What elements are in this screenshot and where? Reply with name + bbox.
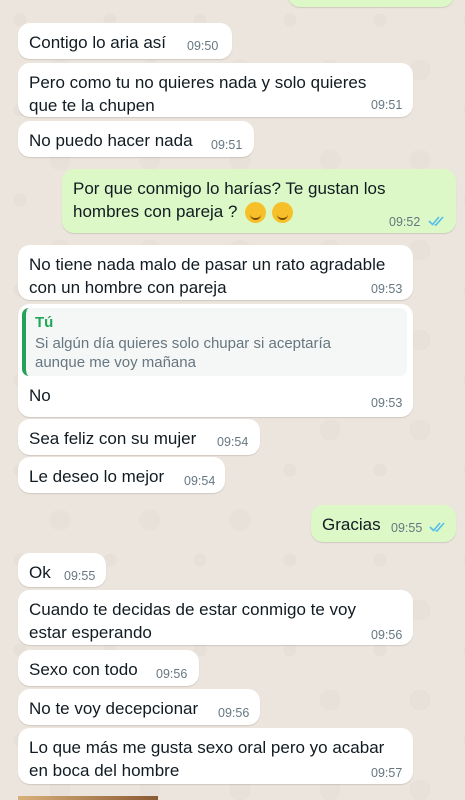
message-text: Cuando te decidas de estar conmigo te vo… [29,600,356,642]
message-text: Le deseo lo mejor [29,467,165,486]
message-bubble[interactable]: Ok 09:55 [18,553,106,587]
message-text: No te voy decepcionar [29,699,199,718]
message-text: No tiene nada malo de pasar un rato agra… [29,255,386,297]
quote-text: Si algún día quieres solo chupar si acep… [35,335,332,371]
message-bubble[interactable]: No te voy decepcionar 09:56 [18,689,260,725]
message-text: Sexo con todo [29,660,138,679]
message-time: 09:53 [371,282,403,296]
double-check-icon [429,522,445,532]
message-time: 09:56 [371,628,403,642]
double-check-icon [428,216,444,226]
message-time: 09:54 [217,435,249,449]
message-bubble[interactable]: Lo que más me gusta sexo oral pero yo ac… [18,728,413,784]
message-time: 09:52 [389,215,421,229]
message-text: Por que conmigo lo harías? Te gustan los… [73,179,386,221]
message-bubble-outgoing[interactable]: Por que conmigo lo harías? Te gustan los… [62,169,456,233]
message-time: 09:55 [391,521,423,535]
message-time: 09:50 [187,39,219,53]
message-bubble[interactable]: Pero como tu no quieres nada y solo quie… [18,63,413,117]
message-bubble[interactable]: No puedo hacer nada 09:51 [18,121,254,157]
quote-author: Tú [35,314,54,331]
message-bubble[interactable]: Sea feliz con su mujer 09:54 [18,419,260,455]
message-text: No [29,386,51,405]
message-bubble[interactable]: Le deseo lo mejor 09:54 [18,457,225,493]
message-text: Lo que más me gusta sexo oral pero yo ac… [29,738,385,780]
message-text: No puedo hacer nada [29,131,193,150]
message-time: 09:56 [156,667,188,681]
smirk-emoji [272,202,293,223]
message-text: Ok [29,563,51,582]
message-time: 09:51 [371,98,403,112]
message-bubble-reply[interactable]: Tú Si algún día quieres solo chupar si a… [18,304,413,417]
message-time: 09:54 [184,474,216,488]
message-text: Contigo lo aria así [29,33,167,52]
message-bubble[interactable]: Cuando te decidas de estar conmigo te vo… [18,590,413,645]
message-time: 09:51 [211,138,243,152]
message-text: Sea feliz con su mujer [29,429,197,448]
image-message-partial[interactable] [18,796,158,800]
message-bubble-outgoing[interactable]: Gracias 09:55 [311,505,456,542]
message-time: 09:53 [371,396,403,410]
message-bubble[interactable]: Contigo lo aria así 09:50 [18,23,232,59]
message-time: 09:57 [371,766,403,780]
message-text: Pero como tu no quieres nada y solo quie… [29,73,367,115]
message-time: 09:55 [64,569,96,583]
hand-over-mouth-emoji [245,202,266,223]
message-bubble[interactable]: No tiene nada malo de pasar un rato agra… [18,245,413,300]
message-bubble[interactable]: Sexo con todo 09:56 [18,650,199,686]
message-bubble-partial[interactable] [288,0,454,7]
quoted-message[interactable]: Tú Si algún día quieres solo chupar si a… [22,308,407,376]
message-text: Gracias [322,515,381,534]
message-time: 09:56 [218,706,250,720]
